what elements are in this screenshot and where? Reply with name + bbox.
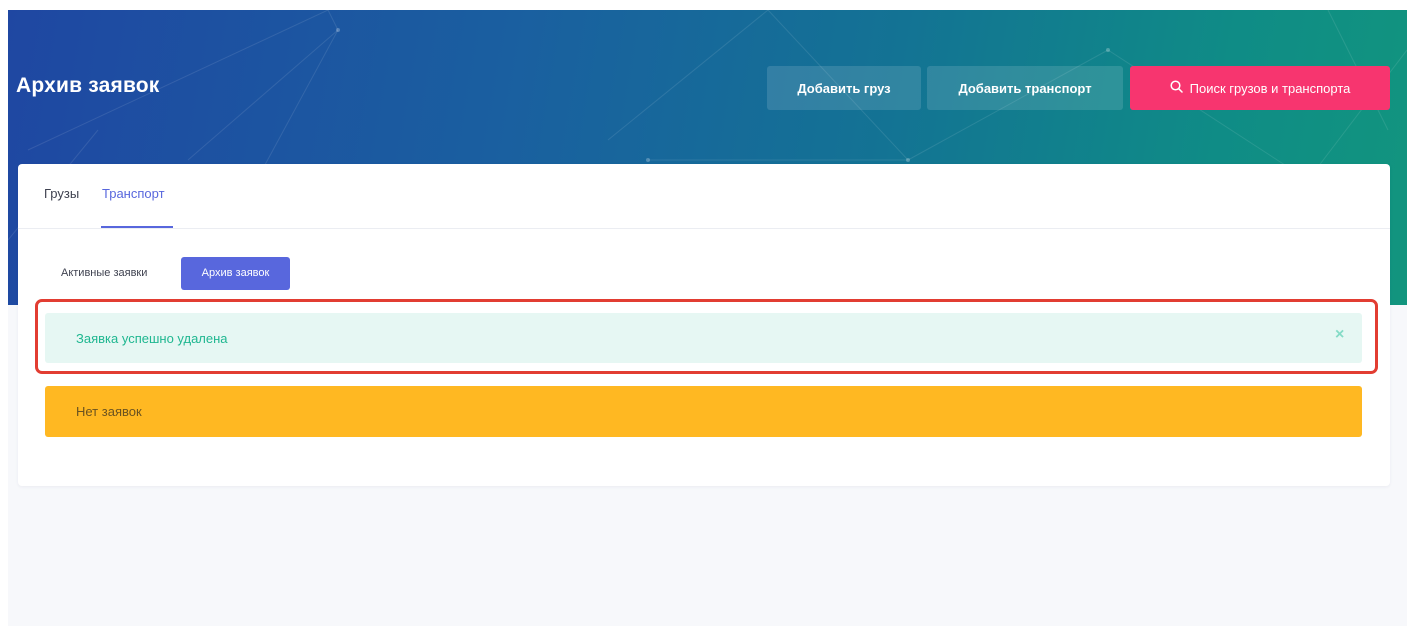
add-transport-button[interactable]: Добавить транспорт [927,66,1123,110]
no-requests-alert: Нет заявок [45,386,1362,437]
active-tab-indicator [101,226,173,228]
tabs-bar: Грузы Транспорт [18,164,1390,229]
search-icon [1170,80,1183,96]
success-alert-message: Заявка успешно удалена [76,331,228,346]
tab-transport[interactable]: Транспорт [102,186,165,201]
active-requests-link[interactable]: Активные заявки [61,257,183,290]
search-cargo-transport-button[interactable]: Поиск грузов и транспорта [1130,66,1390,110]
archive-requests-button[interactable]: Архив заявок [181,257,290,290]
add-cargo-button[interactable]: Добавить груз [767,66,921,110]
page-title: Архив заявок [16,74,160,97]
close-icon[interactable]: × [1335,326,1344,344]
search-button-label: Поиск грузов и транспорта [1189,80,1351,96]
no-requests-message: Нет заявок [76,404,142,419]
success-alert: Заявка успешно удалена × [45,313,1362,363]
tab-cargo[interactable]: Грузы [44,186,79,201]
